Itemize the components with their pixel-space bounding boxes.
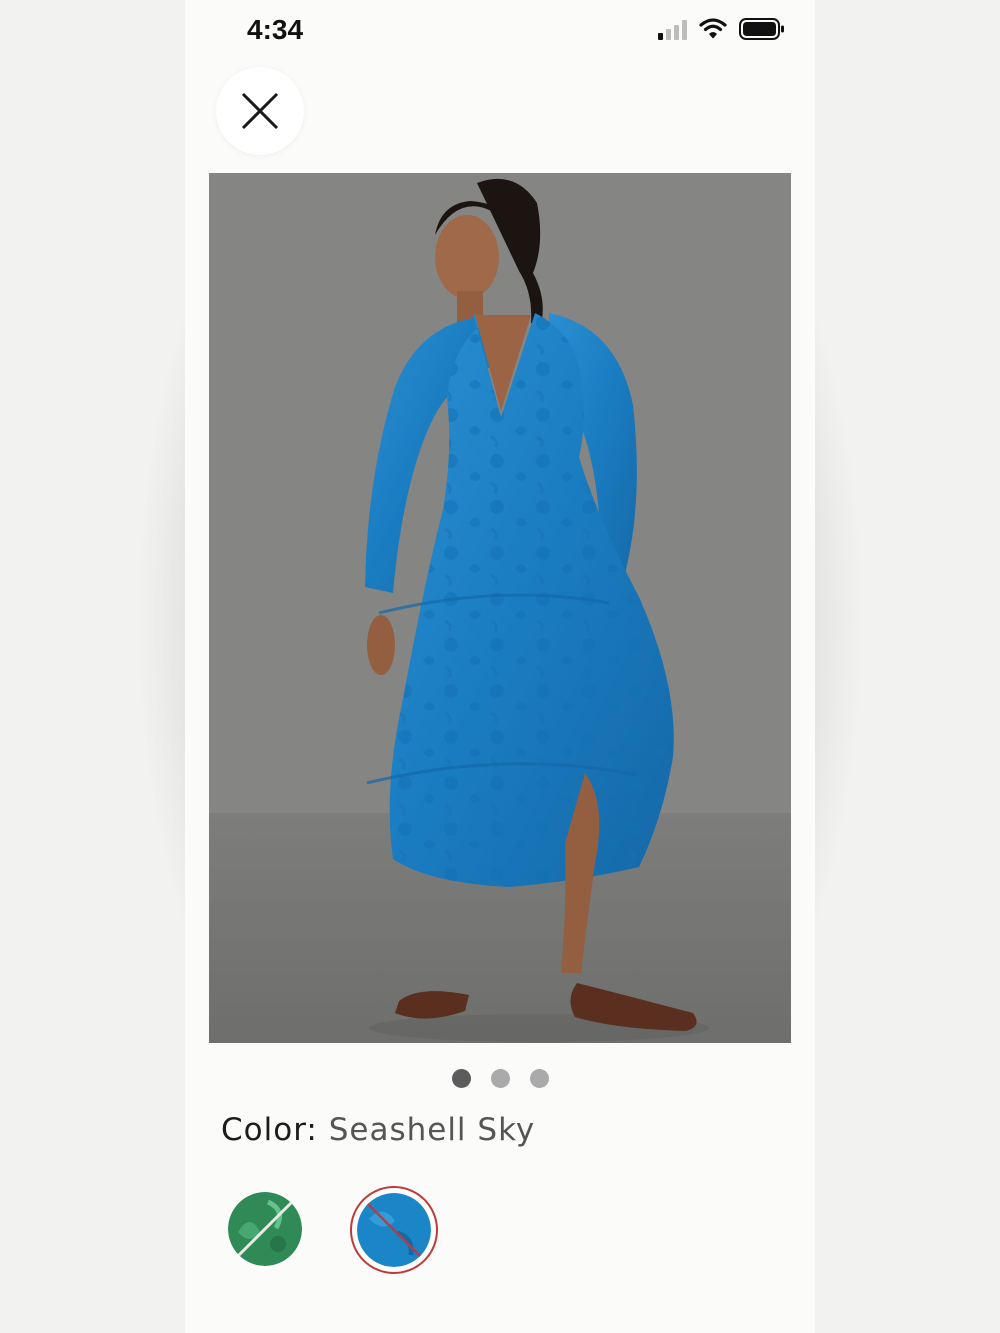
status-time: 4:34 — [247, 14, 304, 45]
color-label: Color: — [221, 1112, 318, 1148]
blue-swatch[interactable] — [357, 1193, 431, 1267]
status-icons — [658, 18, 785, 40]
product-image[interactable] — [209, 173, 791, 1043]
phone-screen: 4:34 Color: Seashell Sky — [185, 0, 815, 1333]
wifi-icon — [699, 18, 727, 39]
cellular-signal-icon — [658, 18, 687, 40]
image-pagination — [185, 1069, 815, 1088]
pagination-dot-3[interactable] — [529, 1069, 549, 1088]
pagination-dot-1[interactable] — [451, 1069, 471, 1088]
close-button[interactable] — [216, 67, 304, 155]
green-swatch[interactable] — [228, 1192, 302, 1266]
model-illustration — [209, 173, 791, 1043]
color-selection-label: Color: Seashell Sky — [221, 1112, 535, 1148]
green-swatch-pattern — [228, 1192, 302, 1266]
battery-icon — [739, 18, 784, 40]
selected-color-name: Seashell Sky — [328, 1112, 536, 1148]
pagination-dot-2[interactable] — [490, 1069, 510, 1088]
blue-swatch-pattern — [357, 1193, 431, 1267]
close-icon — [241, 92, 279, 130]
status-bar: 4:34 — [185, 0, 815, 64]
